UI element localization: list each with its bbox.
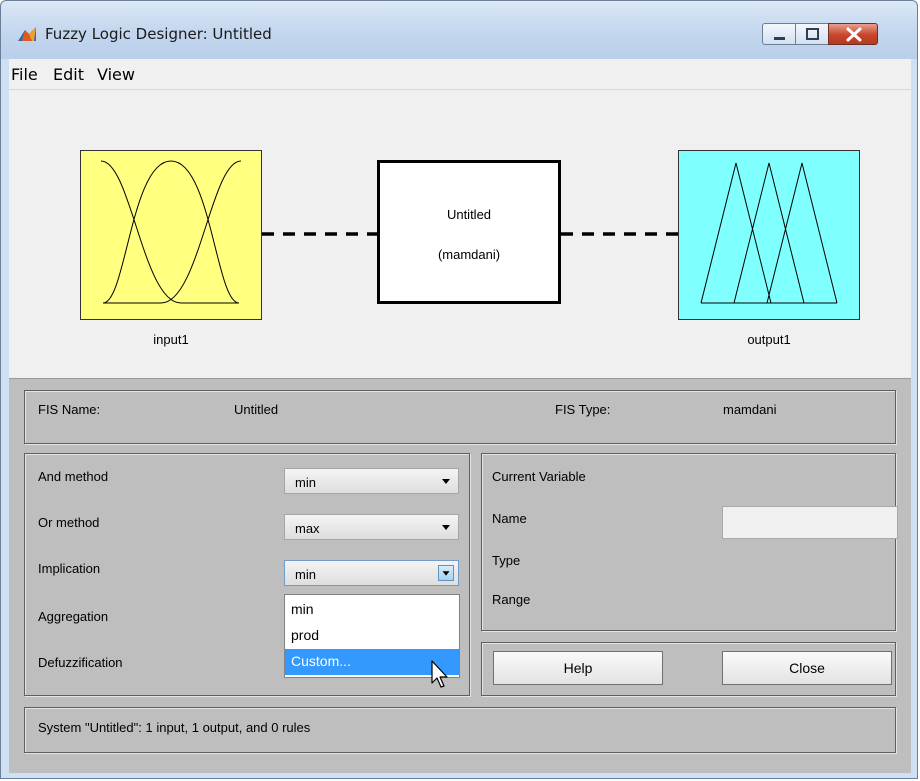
or-method-value: max xyxy=(295,521,320,536)
chevron-down-icon xyxy=(438,565,454,581)
matlab-icon xyxy=(18,27,36,41)
status-panel: System "Untitled": 1 input, 1 output, an… xyxy=(24,707,896,753)
system-type: (mamdani) xyxy=(437,247,501,262)
close-button[interactable]: Close xyxy=(722,651,892,685)
menu-file[interactable]: File xyxy=(11,65,38,84)
system-name: Untitled xyxy=(446,207,492,222)
fis-name-label: FIS Name: xyxy=(38,402,101,417)
current-variable-heading: Current Variable xyxy=(492,469,586,484)
current-variable-panel: Current Variable Name Type Range xyxy=(481,453,896,631)
maximize-icon xyxy=(806,28,819,40)
and-method-label: And method xyxy=(38,469,109,484)
title-bar[interactable]: Fuzzy Logic Designer: Untitled xyxy=(1,1,917,59)
minimize-button[interactable] xyxy=(762,23,796,45)
maximize-button[interactable] xyxy=(795,23,829,45)
input-connector xyxy=(262,232,378,236)
chevron-down-icon xyxy=(442,525,450,530)
and-method-select[interactable]: min xyxy=(284,468,459,494)
output-connector xyxy=(561,232,679,236)
fis-diagram: input1 Untitled (mamdani) output1 xyxy=(9,90,911,378)
and-method-value: min xyxy=(295,475,316,490)
variable-name-label: Name xyxy=(492,511,527,526)
minimize-icon xyxy=(774,37,785,40)
close-icon xyxy=(846,27,862,42)
output-membership-icon xyxy=(700,162,838,304)
menu-bar: File Edit View xyxy=(9,59,911,90)
aggregation-label: Aggregation xyxy=(38,609,109,624)
menu-edit[interactable]: Edit xyxy=(53,65,84,84)
input-label: input1 xyxy=(153,332,189,347)
fuzzy-logic-designer-window: Fuzzy Logic Designer: Untitled File Edit… xyxy=(0,0,918,779)
fis-info-panel: FIS Name: Untitled FIS Type: mamdani xyxy=(24,390,896,444)
implication-select[interactable]: min xyxy=(284,560,459,586)
fis-system-block[interactable]: Untitled (mamdani) xyxy=(377,160,561,304)
menu-view[interactable]: View xyxy=(97,65,135,84)
output-label: output1 xyxy=(747,332,791,347)
variable-type-label: Type xyxy=(492,553,521,568)
fis-type-label: FIS Type: xyxy=(555,402,611,417)
implication-label: Implication xyxy=(38,561,101,576)
input-membership-icon xyxy=(100,160,242,304)
chevron-down-icon xyxy=(442,479,450,484)
implication-option-min[interactable]: min xyxy=(285,597,459,623)
or-method-select[interactable]: max xyxy=(284,514,459,540)
close-window-button[interactable] xyxy=(828,23,878,45)
implication-option-prod[interactable]: prod xyxy=(285,623,459,649)
variable-name-field[interactable] xyxy=(722,506,898,539)
implication-value: min xyxy=(295,567,316,582)
or-method-label: Or method xyxy=(38,515,100,530)
fis-name-value: Untitled xyxy=(234,402,279,417)
status-text: System "Untitled": 1 input, 1 output, an… xyxy=(38,720,311,735)
window-title: Fuzzy Logic Designer: Untitled xyxy=(45,25,272,43)
mouse-pointer-icon xyxy=(431,660,448,688)
input-variable-block[interactable] xyxy=(80,150,262,320)
variable-range-label: Range xyxy=(492,592,531,607)
output-variable-block[interactable] xyxy=(678,150,860,320)
help-button[interactable]: Help xyxy=(493,651,663,685)
fis-type-value: mamdani xyxy=(723,402,777,417)
defuzzification-label: Defuzzification xyxy=(38,655,123,670)
